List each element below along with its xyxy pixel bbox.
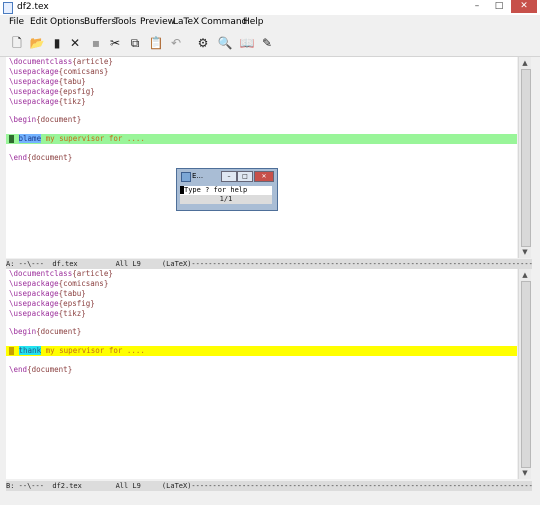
code-line: \end{document} <box>9 365 73 374</box>
window-title: df2.tex <box>17 2 49 12</box>
code-line: \documentclass{article} <box>9 269 113 278</box>
menu-preview[interactable]: Preview <box>140 15 175 29</box>
menu-edit[interactable]: Edit <box>30 15 47 29</box>
scroll-down-arrow-icon[interactable]: ▼ <box>521 469 529 477</box>
code-line: \usepackage{epsfig} <box>9 299 95 308</box>
app-icon <box>3 2 13 14</box>
top-mode-line: A: --\--- df.tex All L9 (LaTeX)---------… <box>6 259 532 269</box>
bottom-vertical-scrollbar[interactable]: ▲ ▼ <box>518 269 531 479</box>
toolbar: 🗋 📂 ▮ ✕ ▪ ✂ ⧉ 📋 ↶ ⚙ 🔍 📖 ✎ <box>0 30 540 57</box>
scroll-up-arrow-icon[interactable]: ▲ <box>521 59 529 67</box>
dialog-minimize-button[interactable]: – <box>221 171 237 182</box>
spell-check-icon[interactable]: ✎ <box>259 35 275 51</box>
code-line: \usepackage{tabu} <box>9 77 86 86</box>
scrollbar-thumb[interactable] <box>521 281 531 468</box>
code-line: \documentclass{article} <box>9 57 113 66</box>
close-icon[interactable]: ✕ <box>67 35 83 51</box>
dvi-view-icon[interactable]: 🔍 <box>217 35 233 51</box>
top-vertical-scrollbar[interactable]: ▲ ▼ <box>518 57 531 258</box>
code-line: \usepackage{comicsans} <box>9 279 109 288</box>
dialog-close-button[interactable]: ✕ <box>254 171 274 182</box>
maximize-button[interactable]: □ <box>489 0 509 13</box>
code-line-current: thank my supervisor for .... <box>9 346 145 356</box>
open-folder-icon[interactable]: 📂 <box>29 35 45 51</box>
menu-command[interactable]: Command <box>201 15 247 29</box>
code-line: \begin{document} <box>9 115 82 124</box>
save-icon[interactable]: ▮ <box>49 35 65 51</box>
code-line: \usepackage{tikz} <box>9 309 86 318</box>
top-editor-pane[interactable]: \documentclass{article} \usepackage{comi… <box>6 57 517 258</box>
bibtex-icon[interactable]: 📖 <box>239 35 255 51</box>
paste-icon[interactable]: 📋 <box>148 35 164 51</box>
code-line: \usepackage{tikz} <box>9 97 86 106</box>
scroll-down-arrow-icon[interactable]: ▼ <box>521 248 529 256</box>
save-disabled-icon: ▪ <box>91 36 101 50</box>
code-line: \usepackage{comicsans} <box>9 67 109 76</box>
menu-options[interactable]: Options <box>50 15 85 29</box>
copy-icon[interactable]: ⧉ <box>127 35 143 51</box>
window-icon <box>181 172 191 182</box>
menu-buffers[interactable]: Buffers <box>84 15 116 29</box>
bottom-editor-pane[interactable]: \documentclass{article} \usepackage{comi… <box>6 269 517 479</box>
code-line: \usepackage{tabu} <box>9 289 86 298</box>
dialog-input[interactable]: Type ? for help <box>180 186 272 195</box>
bottom-mode-line: B: --\--- df2.tex All L9 (LaTeX)--------… <box>6 481 532 491</box>
latex-run-icon[interactable]: ⚙ <box>195 35 211 51</box>
cut-icon[interactable]: ✂ <box>107 35 123 51</box>
menu-help[interactable]: Help <box>243 15 264 29</box>
title-bar: df2.tex – □ ✕ <box>0 0 540 15</box>
text-cursor <box>9 135 14 143</box>
minibuffer[interactable] <box>6 492 532 503</box>
dialog-title: E... <box>192 172 204 180</box>
code-line: \end{document} <box>9 153 73 162</box>
code-line: \begin{document} <box>9 327 82 336</box>
floating-command-window: E... – □ ✕ Type ? for help 1/1 <box>176 168 278 211</box>
code-line-current: blame my supervisor for .... <box>9 134 145 144</box>
menu-tools[interactable]: Tools <box>114 15 136 29</box>
dialog-maximize-button[interactable]: □ <box>237 171 253 182</box>
dialog-status: 1/1 <box>180 195 272 204</box>
scrollbar-thumb[interactable] <box>521 69 531 247</box>
editor-window: df2.tex – □ ✕ File Edit Options Buffers … <box>0 0 540 505</box>
close-button[interactable]: ✕ <box>511 0 537 13</box>
menu-file[interactable]: File <box>9 15 24 29</box>
undo-icon[interactable]: ↶ <box>168 35 184 51</box>
text-cursor <box>9 347 14 355</box>
scroll-up-arrow-icon[interactable]: ▲ <box>521 271 529 279</box>
menu-bar: File Edit Options Buffers Tools Preview … <box>0 15 540 29</box>
minimize-button[interactable]: – <box>467 0 487 13</box>
highlighted-word: blame <box>18 134 42 143</box>
highlighted-word: thank <box>18 346 42 355</box>
new-file-icon[interactable]: 🗋 <box>9 35 25 51</box>
menu-latex[interactable]: LaTeX <box>173 15 199 29</box>
code-line: \usepackage{epsfig} <box>9 87 95 96</box>
